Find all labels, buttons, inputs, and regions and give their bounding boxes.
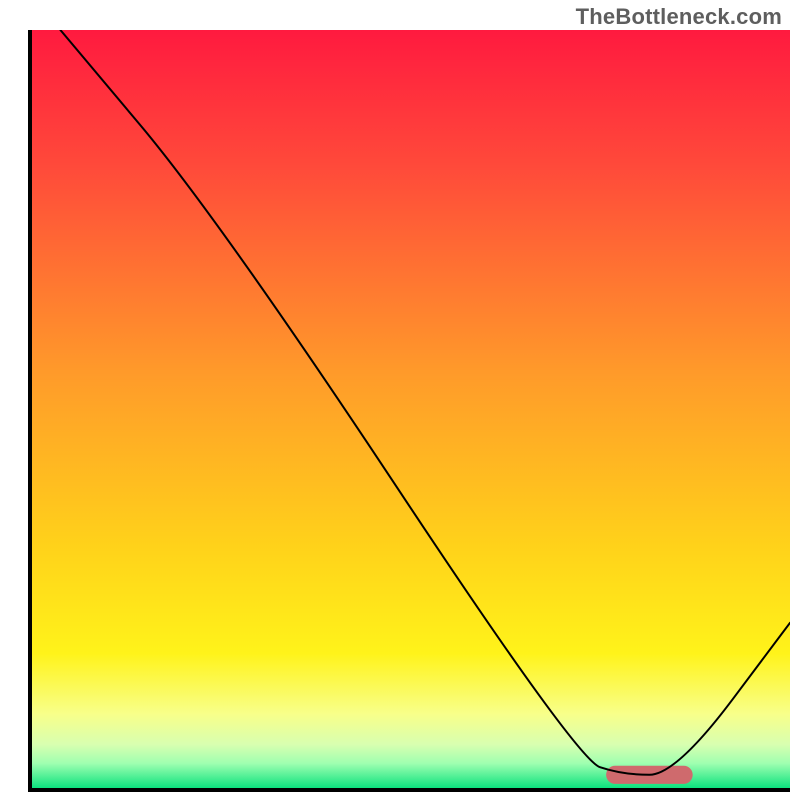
watermark-label: TheBottleneck.com	[576, 4, 782, 30]
chart-svg	[0, 0, 800, 800]
gradient-background	[30, 30, 790, 790]
chart-container: TheBottleneck.com	[0, 0, 800, 800]
